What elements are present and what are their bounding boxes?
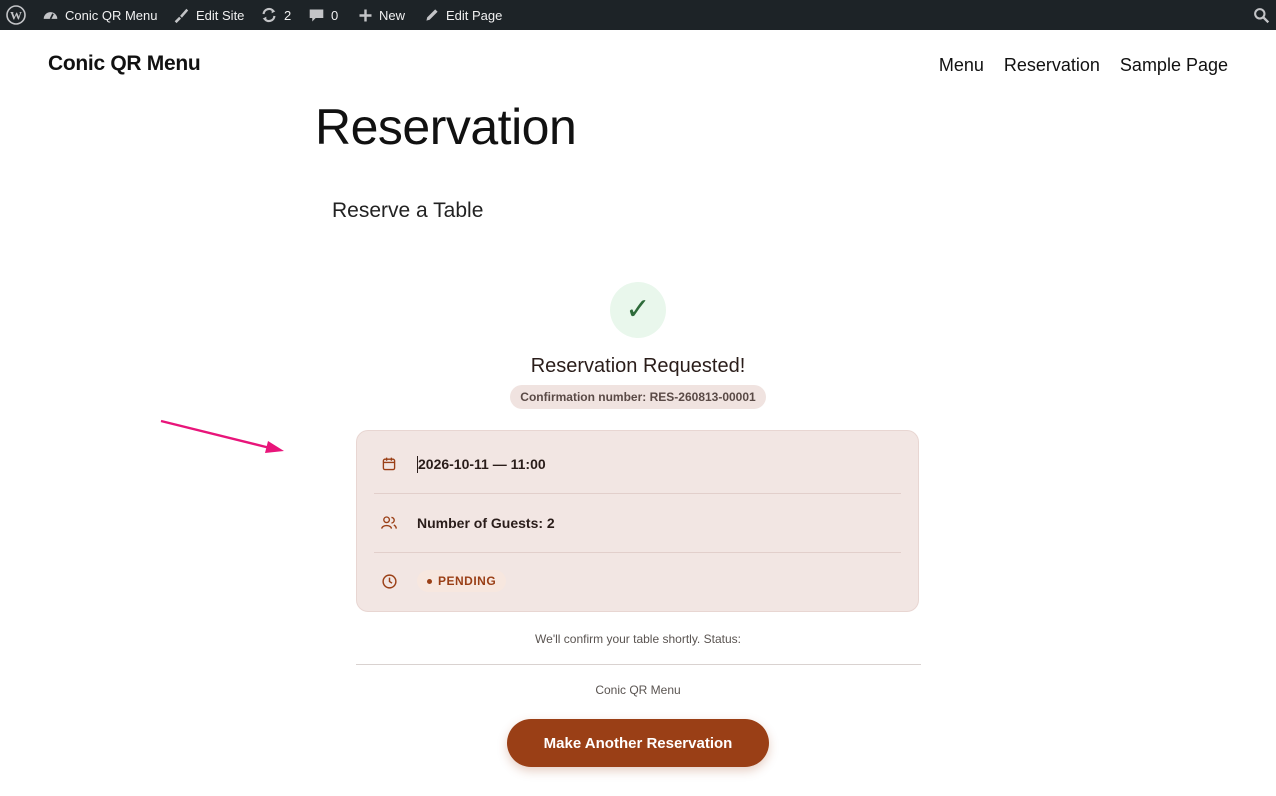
admin-bar: W Conic QR Menu Edit Site 2 0 New Edit P… — [0, 0, 1276, 30]
guest-count: Number of Guests: 2 — [417, 515, 555, 531]
primary-nav: Menu Reservation Sample Page — [939, 55, 1228, 76]
edit-site-label: Edit Site — [196, 7, 245, 23]
nav-item-reservation[interactable]: Reservation — [1004, 55, 1100, 76]
detail-row-datetime: 2026-10-11 — 11:00 — [374, 435, 901, 494]
checkmark-icon: ✓ — [625, 292, 651, 327]
site-title[interactable]: Conic QR Menu — [48, 52, 201, 76]
new-content-button[interactable]: New — [358, 0, 405, 30]
annotation-arrow-icon — [160, 419, 284, 453]
comment-icon — [309, 9, 324, 21]
updates-count: 2 — [284, 7, 292, 23]
edit-page-label: Edit Page — [446, 7, 503, 23]
new-content-label: New — [379, 7, 406, 23]
comments-button[interactable]: 0 — [308, 0, 338, 30]
section-title: Reserve a Table — [332, 199, 484, 222]
confirmation-number-label: Confirmation number: — [520, 390, 647, 404]
edit-site-button[interactable]: Edit Site — [172, 0, 244, 30]
nav-item-menu[interactable]: Menu — [939, 55, 984, 76]
admin-site-name-label: Conic QR Menu — [65, 7, 158, 23]
search-icon — [1254, 7, 1270, 23]
svg-text:W: W — [10, 9, 22, 23]
admin-search-button[interactable] — [1253, 0, 1270, 30]
success-check-badge: ✓ — [610, 282, 666, 338]
confirmation-title: Reservation Requested! — [530, 355, 746, 377]
updates-icon — [262, 7, 276, 23]
edit-page-button[interactable]: Edit Page — [424, 0, 502, 30]
pencil-icon — [426, 9, 438, 21]
status-label: PENDING — [438, 574, 497, 588]
divider — [356, 664, 921, 665]
plus-icon — [359, 9, 372, 21]
reservation-details-card: 2026-10-11 — 11:00 Number of Guests: 2 P… — [356, 430, 919, 612]
calendar-icon — [374, 449, 404, 479]
wordpress-logo-icon: W — [6, 5, 26, 25]
confirmation-number-pill: Confirmation number: RES-260813-00001 — [510, 385, 766, 409]
brush-icon — [174, 8, 189, 24]
footer-brand: Conic QR Menu — [595, 683, 681, 697]
detail-row-status: PENDING — [374, 552, 901, 610]
status-badge: PENDING — [417, 570, 507, 592]
updates-button[interactable]: 2 — [260, 0, 291, 30]
page-title: Reservation — [315, 99, 577, 155]
clock-icon — [374, 566, 404, 596]
confirmation-note: We'll confirm your table shortly. Status… — [535, 632, 741, 646]
users-icon — [374, 508, 404, 538]
detail-row-guests: Number of Guests: 2 — [374, 494, 901, 553]
make-another-reservation-button[interactable]: Make Another Reservation — [507, 719, 769, 767]
reservation-datetime: 2026-10-11 — 11:00 — [418, 456, 546, 472]
confirmation-number-value: RES-260813-00001 — [649, 390, 756, 404]
nav-item-sample-page[interactable]: Sample Page — [1120, 55, 1228, 76]
admin-site-name[interactable]: Conic QR Menu — [42, 0, 157, 30]
dashboard-icon — [43, 11, 58, 19]
wordpress-logo-button[interactable]: W — [6, 0, 26, 30]
status-dot — [427, 578, 432, 584]
comments-count: 0 — [331, 7, 339, 23]
